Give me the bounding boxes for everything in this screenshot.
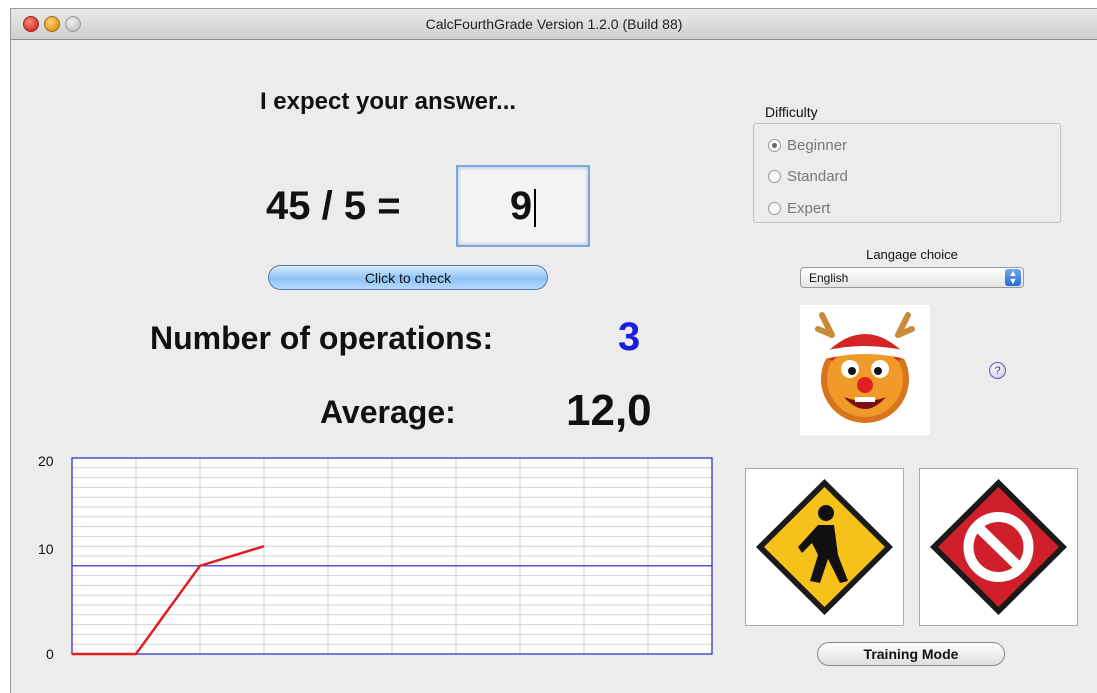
language-label: Langage choice [866,247,958,262]
difficulty-beginner-radio[interactable]: Beginner [768,137,847,154]
start-button[interactable] [745,468,904,626]
radio-indicator [768,170,781,183]
answer-value: 9 [509,184,533,228]
select-arrows-icon: ▲ ▼ [1005,269,1021,286]
y-tick-label: 10 [38,541,54,557]
difficulty-expert-radio[interactable]: Expert [768,200,830,217]
language-select[interactable]: English ▲ ▼ [800,267,1024,288]
check-answer-button[interactable]: Click to check [268,265,548,290]
stop-sign-icon [930,479,1067,615]
reindeer-mascot-icon [800,305,930,435]
text-caret [534,189,537,228]
question-text: 45 / 5 = [266,184,401,228]
help-icon[interactable]: ? [989,362,1006,379]
language-selected-value: English [809,271,849,285]
radio-label: Expert [787,200,831,217]
average-label: Average: [320,394,456,430]
y-tick-label: 0 [46,646,54,662]
title-bar: CalcFourthGrade Version 1.2.0 (Build 88) [11,9,1097,40]
difficulty-standard-radio[interactable]: Standard [768,168,848,185]
prompt-heading: I expect your answer... [259,88,517,115]
operations-label: Number of operations: [150,320,494,356]
difficulty-legend: Difficulty [765,104,818,120]
window-title: CalcFourthGrade Version 1.2.0 (Build 88) [425,16,683,32]
radio-selected-indicator [768,139,781,152]
average-value: 12,0 [566,386,652,435]
pedestrian-sign-icon [756,479,893,615]
answer-input[interactable]: 9 [456,165,590,247]
stop-button[interactable] [919,468,1078,626]
radio-indicator [768,202,781,215]
radio-label: Beginner [787,137,848,154]
training-mode-button[interactable]: Training Mode [817,642,1005,666]
radio-label: Standard [787,168,848,185]
operations-count: 3 [618,315,641,359]
y-tick-label: 20 [38,453,54,469]
